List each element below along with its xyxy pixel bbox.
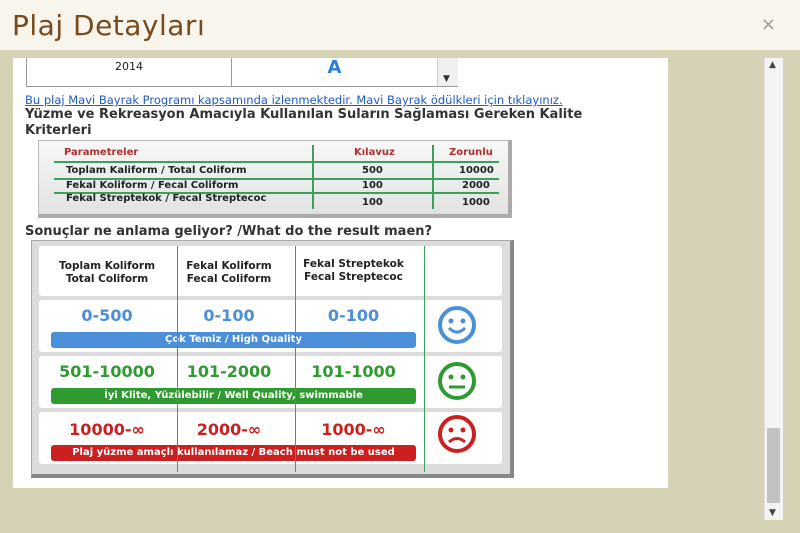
result-legend-table: Toplam Koliform Total Coliform Fekal Koli… bbox=[31, 240, 514, 478]
close-icon[interactable]: × bbox=[761, 14, 776, 35]
param-guide: 500 bbox=[362, 165, 383, 176]
row-divider bbox=[54, 161, 499, 163]
param-header: Parametreler bbox=[64, 147, 139, 158]
scroll-thumb[interactable] bbox=[767, 428, 780, 503]
param-guide: 100 bbox=[362, 180, 383, 191]
param-mandatory: 1000 bbox=[462, 197, 490, 208]
param-guide: 100 bbox=[362, 197, 383, 208]
param-name: Fekal Koliform / Fecal Coliform bbox=[66, 180, 239, 191]
scroll-up-icon[interactable]: ▲ bbox=[769, 60, 776, 70]
table-row: Fekal Streptekok / Fecal Streptecoc 100 … bbox=[54, 193, 499, 208]
criteria-title: Yüzme ve Rekreasyon Amacıyla Kullanılan … bbox=[25, 107, 583, 138]
happy-face-icon bbox=[438, 306, 476, 344]
range-value: 2000-∞ bbox=[196, 420, 262, 439]
param-mandatory: 2000 bbox=[462, 180, 490, 191]
dialog-content: 2014 A ▼ Bu plaj Mavi Bayrak Programı ka… bbox=[13, 58, 783, 520]
history-table: 2014 A ▼ bbox=[26, 58, 458, 87]
range-value: 10000-∞ bbox=[69, 420, 145, 439]
parameter-table: Parametreler Kılavuz Zorunlu Toplam Kali… bbox=[38, 140, 512, 218]
dialog-scrollbar[interactable]: ▲ ▼ bbox=[764, 58, 783, 520]
result-row-well-quality: 501-10000 101-2000 101-1000 İyi Klite, Y… bbox=[39, 356, 502, 408]
header-total-coliform: Toplam Koliform Total Coliform bbox=[58, 260, 156, 285]
result-question: Sonuçlar ne anlama geliyor? /What do the… bbox=[25, 224, 433, 239]
quality-label: Çok Temiz / High Quality bbox=[51, 332, 416, 348]
history-scrollbar[interactable]: ▼ bbox=[437, 58, 458, 86]
quality-label: İyi Klite, Yüzülebilir / Well Quality, s… bbox=[51, 388, 416, 404]
guide-header: Kılavuz bbox=[354, 147, 395, 158]
range-value: 0-100 bbox=[327, 306, 380, 325]
sad-face-icon bbox=[438, 415, 476, 453]
mandatory-header: Zorunlu bbox=[449, 147, 493, 158]
result-row-unusable: 10000-∞ 2000-∞ 1000-∞ Plaj yüzme amaçlı … bbox=[39, 412, 502, 464]
header-fecal-streptecoc: Fekal Streptekok Fecal Streptecoc bbox=[303, 258, 404, 283]
scrollable-content[interactable]: 2014 A ▼ Bu plaj Mavi Bayrak Programı ka… bbox=[13, 58, 668, 488]
dialog-titlebar: Plaj Detayları × bbox=[0, 0, 800, 51]
range-value: 1000-∞ bbox=[321, 420, 386, 439]
header-fecal-coliform: Fekal Koliform Fecal Coliform bbox=[186, 260, 272, 285]
scroll-down-icon[interactable]: ▼ bbox=[769, 508, 776, 518]
range-value: 101-1000 bbox=[311, 362, 396, 381]
history-year: 2014 bbox=[27, 58, 232, 86]
range-value: 0-500 bbox=[81, 306, 133, 325]
range-value: 501-10000 bbox=[59, 362, 155, 381]
column-divider bbox=[177, 246, 178, 472]
neutral-face-icon bbox=[438, 362, 476, 400]
param-mandatory: 10000 bbox=[459, 165, 494, 176]
param-name: Fekal Streptekok / Fecal Streptecoc bbox=[66, 193, 267, 204]
table-row: Toplam Kaliform / Total Coliform 500 100… bbox=[54, 165, 499, 179]
result-header-card: Toplam Koliform Total Coliform Fekal Koli… bbox=[39, 246, 502, 296]
column-divider bbox=[295, 246, 296, 472]
dialog-title: Plaj Detayları bbox=[12, 9, 206, 42]
beach-details-dialog: Plaj Detayları × 2014 A ▼ Bu plaj Mavi B… bbox=[0, 0, 800, 533]
blue-flag-link[interactable]: Bu plaj Mavi Bayrak Programı kapsamında … bbox=[25, 93, 563, 107]
scroll-down-icon[interactable]: ▼ bbox=[443, 74, 450, 84]
quality-label: Plaj yüzme amaçlı kullanılamaz / Beach m… bbox=[51, 445, 416, 461]
range-value: 0-100 bbox=[203, 306, 255, 325]
history-grade: A bbox=[327, 58, 342, 78]
range-value: 101-2000 bbox=[186, 362, 272, 381]
result-row-high-quality: 0-500 0-100 0-100 Çok Temiz / High Quali… bbox=[39, 300, 502, 352]
column-divider bbox=[424, 246, 425, 472]
param-name: Toplam Kaliform / Total Coliform bbox=[66, 165, 247, 176]
